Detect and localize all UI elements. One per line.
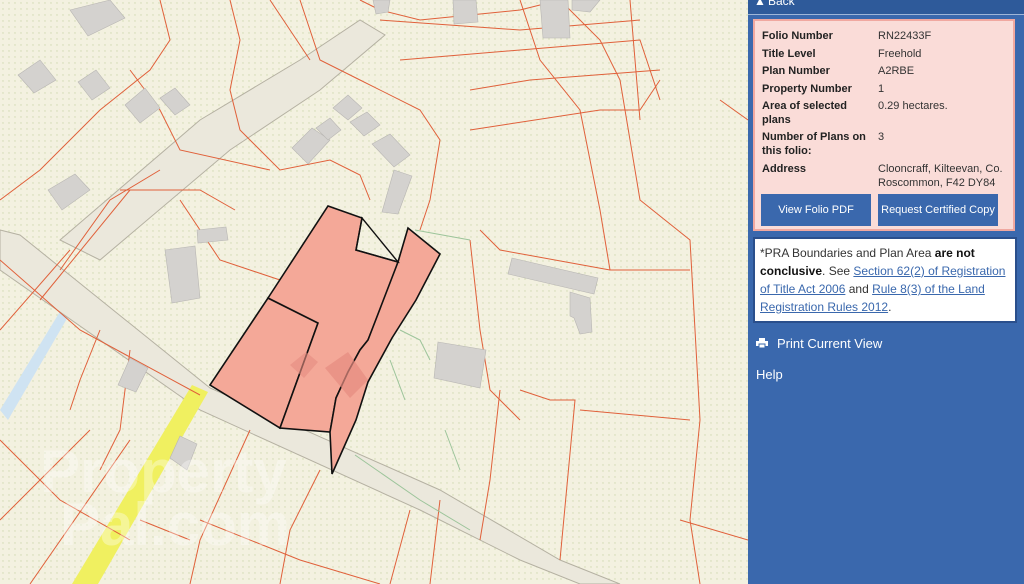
field-value: Clooncraff, Kilteevan, Co. Roscommon, F4… xyxy=(878,163,1003,189)
folio-info-box: Folio Number RN22433F Title Level Freeho… xyxy=(753,19,1015,231)
field-value: 3 xyxy=(878,131,885,143)
help-link[interactable]: Help xyxy=(756,367,783,382)
field-value: 1 xyxy=(878,83,885,95)
watermark-line-2: Pal.com xyxy=(60,491,290,558)
field-label: Property Number xyxy=(762,83,852,95)
field-label: Area of selected plans xyxy=(762,100,847,126)
map-view[interactable]: Property Pal.com xyxy=(0,0,748,584)
field-value: A2RBE xyxy=(878,65,915,77)
boundary-notice: *PRA Boundaries and Plan Area are not co… xyxy=(753,237,1017,323)
field-label: Plan Number xyxy=(762,65,830,77)
field-label: Folio Number xyxy=(762,30,833,42)
chevron-up-icon: ▲ xyxy=(754,0,766,8)
notice-and: and xyxy=(845,282,873,296)
view-folio-pdf-button[interactable]: View Folio PDF xyxy=(761,194,871,226)
map-canvas[interactable]: Property Pal.com xyxy=(0,0,748,584)
back-label: Back xyxy=(768,0,795,8)
back-link[interactable]: ▲ Back xyxy=(748,0,1024,15)
field-label: Address xyxy=(762,163,807,175)
print-label: Print Current View xyxy=(777,336,883,351)
notice-prefix: *PRA Boundaries and Plan Area xyxy=(760,246,935,260)
field-label: Number of Plans on this folio: xyxy=(762,131,866,157)
request-certified-copy-button[interactable]: Request Certified Copy xyxy=(878,194,998,226)
notice-mid: . See xyxy=(822,264,854,278)
field-value: RN22433F xyxy=(878,30,932,42)
notice-end: . xyxy=(888,300,892,314)
field-value: Freehold xyxy=(878,48,922,60)
field-value: 0.29 hectares. xyxy=(878,100,948,112)
folio-panel: ▲ Back Folio Number RN22433F Title Level… xyxy=(748,0,1024,584)
field-label: Title Level xyxy=(762,48,816,60)
printer-icon xyxy=(756,338,768,348)
